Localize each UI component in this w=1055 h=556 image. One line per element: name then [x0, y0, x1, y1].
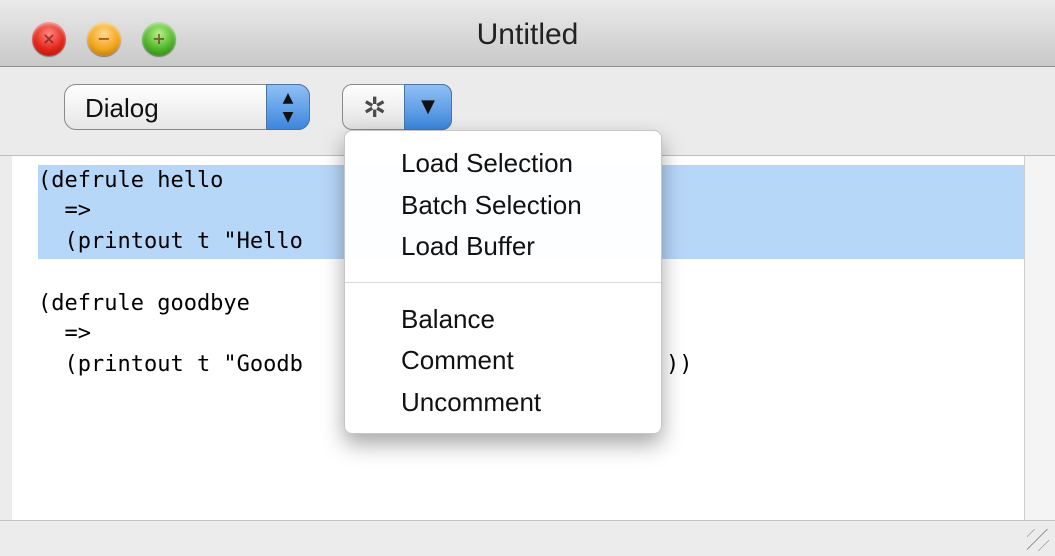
- menu-item-load-selection[interactable]: Load Selection: [401, 148, 573, 179]
- gear-icon: ✲: [363, 91, 387, 124]
- action-dropdown-menu: Load Selection Batch Selection Load Buff…: [344, 130, 662, 434]
- menu-item-batch-selection[interactable]: Batch Selection: [401, 190, 582, 221]
- code-line: =>: [38, 321, 91, 346]
- app-window: × − + Untitled Dialog ▲ ▼ ✲ ▼ (defrule he…: [0, 0, 1055, 556]
- mode-popup-label: Dialog: [85, 93, 159, 123]
- resize-grip-icon[interactable]: [1027, 529, 1049, 551]
- window-title: Untitled: [476, 18, 579, 51]
- mode-popup-button[interactable]: Dialog ▲ ▼: [64, 84, 310, 130]
- action-menu-button[interactable]: ✲ ▼: [342, 84, 452, 130]
- status-bar: [0, 520, 1055, 556]
- chevron-down-icon[interactable]: ▼: [404, 84, 452, 130]
- code-line: (defrule hello: [38, 168, 224, 193]
- code-line: (defrule goodbye: [38, 291, 250, 316]
- menu-item-uncomment[interactable]: Uncomment: [401, 387, 541, 418]
- vertical-scrollbar[interactable]: [1024, 156, 1055, 520]
- menu-item-comment[interactable]: Comment: [401, 345, 514, 376]
- code-line: )): [666, 352, 693, 377]
- code-line: (printout t "Goodb: [38, 352, 303, 377]
- code-line: (printout t "Hello: [38, 229, 303, 254]
- menu-item-balance[interactable]: Balance: [401, 304, 495, 335]
- menu-item-load-buffer[interactable]: Load Buffer: [401, 231, 535, 262]
- menu-separator: [345, 282, 661, 283]
- code-line: =>: [38, 198, 91, 223]
- popup-arrows-icon: ▲ ▼: [266, 84, 310, 130]
- title-bar[interactable]: × − + Untitled: [0, 0, 1055, 67]
